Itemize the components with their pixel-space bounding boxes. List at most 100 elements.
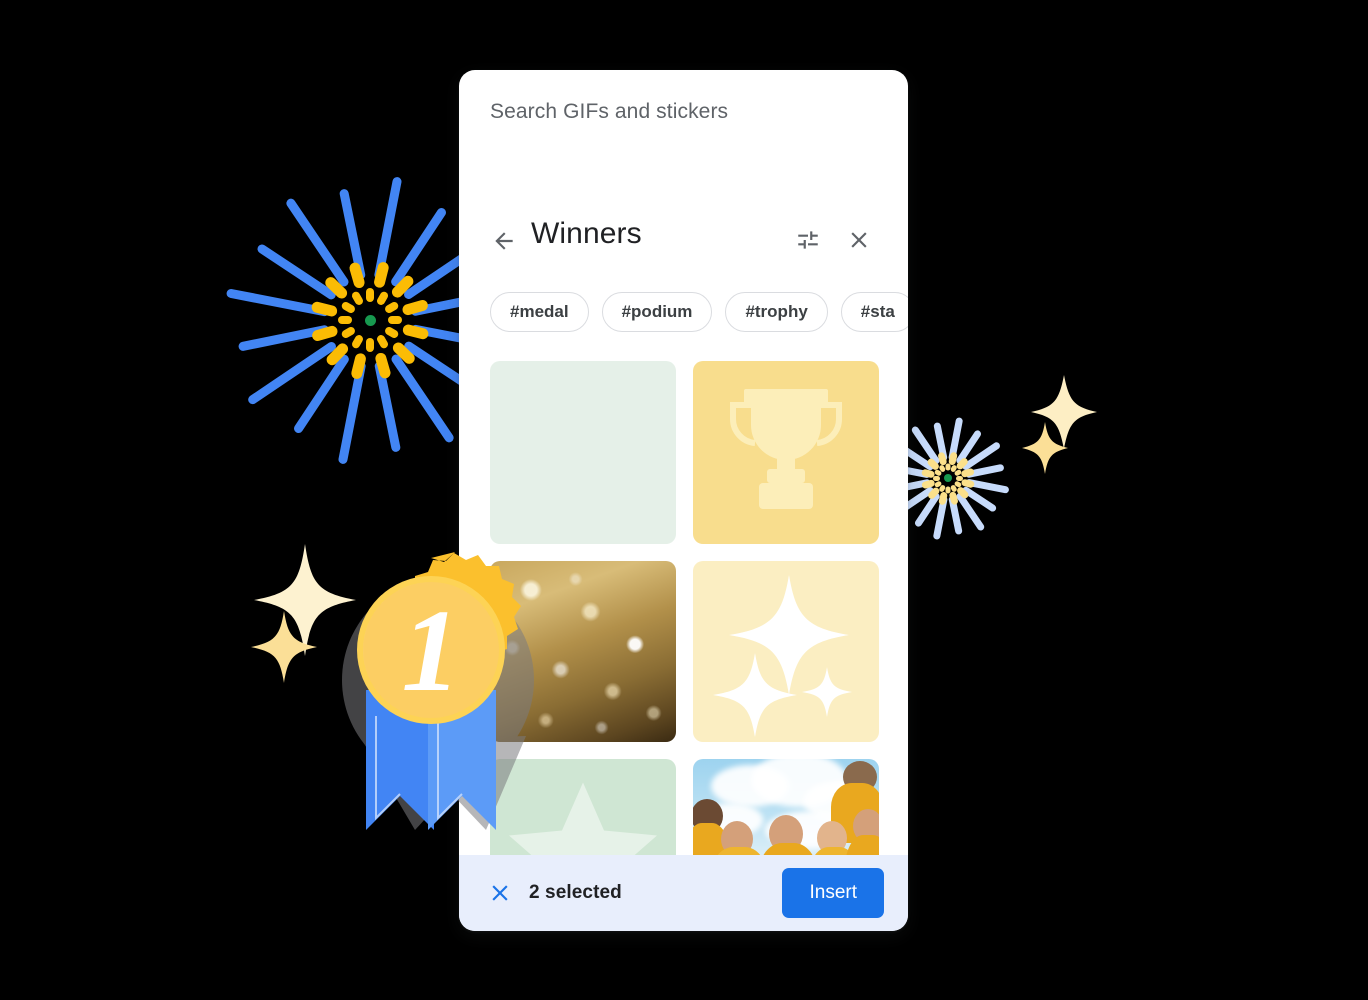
firework-ray bbox=[225, 287, 330, 317]
tune-icon bbox=[798, 231, 818, 249]
chip-star[interactable]: #sta bbox=[840, 292, 908, 332]
firework-inner-ray bbox=[948, 490, 959, 505]
firework-inner-ray bbox=[933, 468, 943, 477]
firework-inner-ray bbox=[366, 338, 374, 352]
firework-inner-ray bbox=[938, 490, 949, 506]
firework-ray bbox=[373, 175, 403, 280]
firework-inner-ray bbox=[955, 456, 970, 471]
firework-inner-ray bbox=[949, 483, 958, 493]
firework-inner-ray bbox=[350, 333, 365, 350]
firework-inner-ray bbox=[938, 463, 947, 473]
firework-inner-ray bbox=[310, 300, 339, 318]
card-header: Winners bbox=[459, 217, 908, 274]
tile-sparkles[interactable] bbox=[693, 561, 879, 742]
firework-inner-ray bbox=[956, 475, 963, 481]
firework-inner-ray bbox=[390, 339, 417, 366]
firework-ray bbox=[337, 360, 367, 465]
search-label[interactable]: Search GIFs and stickers bbox=[490, 100, 728, 124]
firework-inner-ray bbox=[388, 316, 402, 324]
sparkle-cream-large bbox=[254, 544, 356, 656]
firework-ray bbox=[961, 485, 998, 513]
firework-ray bbox=[292, 352, 351, 434]
firework-inner-ray bbox=[945, 486, 951, 493]
clear-selection-button[interactable] bbox=[483, 876, 517, 910]
firework-inner-ray bbox=[340, 325, 357, 340]
filter-button[interactable] bbox=[790, 222, 826, 258]
sparkle-right-small bbox=[1022, 422, 1068, 474]
selection-count-label: 2 selected bbox=[529, 882, 622, 903]
arrow-left-icon bbox=[495, 232, 513, 250]
firework-inner-ray bbox=[374, 351, 392, 380]
firework-inner-ray bbox=[375, 290, 390, 307]
firework-inner-ray bbox=[310, 324, 339, 342]
firework-ray bbox=[910, 424, 941, 466]
firework-inner-ray bbox=[366, 288, 374, 302]
firework-inner-ray bbox=[933, 479, 943, 488]
selection-footer: 2 selected Insert bbox=[459, 855, 908, 931]
firework-ray bbox=[955, 490, 986, 532]
firework-ray bbox=[947, 416, 964, 461]
trophy-icon bbox=[729, 388, 843, 509]
sparkles-icon bbox=[713, 575, 852, 737]
firework-inner-ray bbox=[383, 300, 400, 315]
tile-trophy[interactable] bbox=[693, 361, 879, 544]
firework-inner-ray bbox=[338, 316, 352, 324]
back-button[interactable] bbox=[487, 224, 521, 258]
firework-inner-ray bbox=[324, 340, 351, 367]
firework-inner-ray bbox=[921, 478, 936, 489]
firework-ray bbox=[932, 495, 949, 540]
firework-ray bbox=[960, 440, 1002, 471]
firework-inner-ray bbox=[401, 322, 430, 340]
firework-inner-ray bbox=[372, 260, 390, 289]
firework-ray bbox=[964, 463, 1005, 478]
firework-ray bbox=[373, 360, 402, 452]
firework-inner-ray bbox=[960, 477, 976, 488]
page-title: Winners bbox=[531, 217, 642, 250]
firework-inner-ray bbox=[945, 463, 951, 470]
firework-inner-ray bbox=[920, 468, 936, 479]
firework-inner-ray bbox=[323, 274, 350, 301]
firework-inner-ray bbox=[947, 450, 958, 466]
insert-button[interactable]: Insert bbox=[782, 868, 884, 918]
firework-core bbox=[944, 474, 952, 482]
firework-inner-ray bbox=[949, 463, 958, 473]
firework-ray bbox=[256, 242, 338, 301]
firework-inner-ray bbox=[953, 468, 963, 477]
firework-ray bbox=[284, 196, 351, 288]
firework-inner-ray bbox=[960, 467, 975, 478]
firework-inner-ray bbox=[926, 456, 941, 471]
firework-inner-ray bbox=[383, 325, 400, 340]
firework-ray bbox=[338, 188, 367, 280]
firework-inner-ray bbox=[350, 290, 365, 307]
chip-podium[interactable]: #podium bbox=[601, 292, 713, 332]
firework-inner-ray bbox=[938, 483, 947, 493]
tag-chip-list: #medal #podium #trophy #sta bbox=[490, 292, 908, 332]
firework-inner-ray bbox=[933, 475, 940, 481]
chip-medal[interactable]: #medal bbox=[490, 292, 589, 332]
firework-core bbox=[364, 314, 376, 326]
chip-trophy[interactable]: #trophy bbox=[725, 292, 828, 332]
firework-ray bbox=[955, 428, 983, 465]
firework-inner-ray bbox=[375, 333, 390, 350]
close-icon bbox=[492, 885, 508, 901]
sparkle-right-large bbox=[1031, 375, 1097, 449]
close-button[interactable] bbox=[841, 222, 877, 258]
sparkle-cream-small bbox=[251, 611, 317, 683]
firework-inner-ray bbox=[340, 300, 357, 315]
firework-inner-ray bbox=[401, 298, 430, 316]
tile-gold-glitter[interactable] bbox=[490, 561, 676, 742]
medal-number: 1 bbox=[402, 585, 461, 716]
tile-blank-mint[interactable] bbox=[490, 361, 676, 544]
ribbon-left bbox=[366, 690, 434, 830]
firework-ray bbox=[246, 339, 338, 406]
firework-ray bbox=[238, 323, 330, 352]
gif-picker-card: Search GIFs and stickers Winners #medal … bbox=[459, 70, 908, 931]
firework-ray bbox=[913, 491, 941, 528]
firework-ray bbox=[389, 206, 448, 288]
sticker-grid bbox=[490, 361, 908, 931]
firework-inner-ray bbox=[350, 351, 368, 380]
firework-inner-ray bbox=[389, 273, 416, 300]
firework-inner-ray bbox=[926, 485, 941, 500]
close-icon bbox=[851, 232, 867, 248]
firework-inner-ray bbox=[348, 260, 366, 289]
